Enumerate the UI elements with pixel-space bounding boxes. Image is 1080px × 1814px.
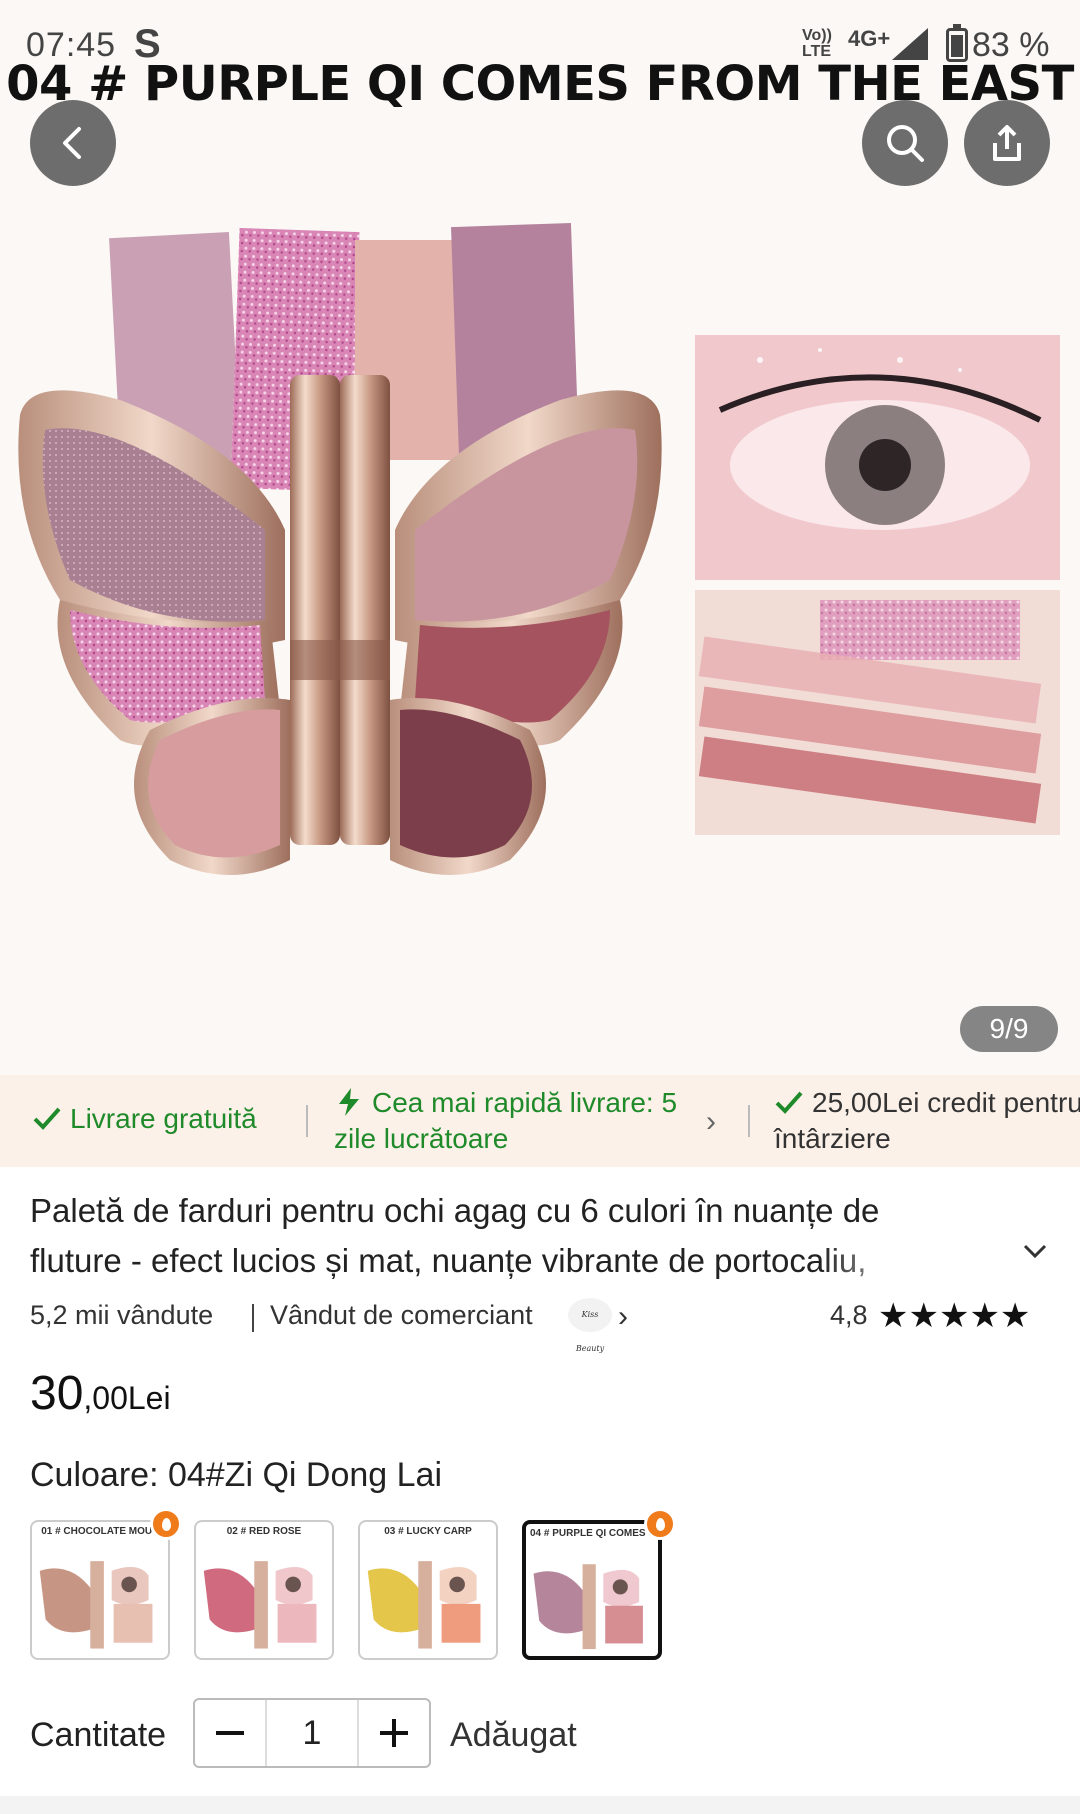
divider: [306, 1105, 308, 1137]
search-icon: [887, 125, 924, 162]
chevron-right-icon[interactable]: ›: [618, 1300, 628, 1334]
variant-option-04[interactable]: 04 # PURPLE QI COMES FROM THE E: [522, 1520, 662, 1660]
price-integer: 30: [30, 1367, 84, 1420]
product-gallery[interactable]: 07:45 S Vo)) LTE 4G+ 83 % 04 # PURPLE QI …: [0, 0, 1080, 1075]
check-icon: [775, 1091, 803, 1114]
seller-link[interactable]: Vândut de comerciant: [270, 1300, 533, 1331]
chevron-right-icon[interactable]: ›: [706, 1105, 716, 1139]
benefit-credit: 25,00Lei credit pentru întârziere: [774, 1085, 1080, 1157]
hot-badge: [644, 1508, 676, 1540]
quantity-row: Cantitate 1 Adăugat: [30, 1698, 1030, 1768]
variant-caption: 01 # CHOCOLATE MOUS: [41, 1526, 159, 1537]
benefit-fast-delivery-label: Cea mai rapidă livrare: 5 zile lucrătoar…: [334, 1087, 678, 1154]
minus-button[interactable]: [195, 1700, 265, 1766]
divider: [252, 1304, 254, 1332]
rating-value: 4,8: [830, 1300, 868, 1330]
price-currency: Lei: [127, 1380, 171, 1416]
variant-caption: 03 # LUCKY CARP: [384, 1526, 472, 1537]
variant-thumbnail: [203, 1561, 317, 1649]
benefits-strip[interactable]: Livrare gratuită Cea mai rapidă livrare:…: [0, 1075, 1080, 1167]
variant-thumbnail: [367, 1561, 481, 1649]
lightning-icon: [339, 1088, 359, 1116]
variant-label: Culoare: 04#Zi Qi Dong Lai: [30, 1456, 443, 1494]
price-decimal: ,00: [83, 1380, 128, 1416]
hot-badge: [150, 1508, 182, 1540]
variant-option-03[interactable]: 03 # LUCKY CARP: [358, 1520, 498, 1660]
variant-caption: 04 # PURPLE QI COMES FROM THE E: [530, 1528, 654, 1539]
image-counter: 9/9: [960, 1006, 1058, 1052]
share-button[interactable]: [964, 100, 1050, 186]
benefit-fast-delivery[interactable]: Cea mai rapidă livrare: 5 zile lucrătoar…: [334, 1085, 704, 1157]
variant-caption: 02 # RED ROSE: [226, 1526, 302, 1537]
variant-thumbnail: [39, 1561, 153, 1649]
seller-logo[interactable]: Kiss Beauty: [568, 1298, 612, 1353]
benefit-credit-label: 25,00Lei credit pentru întârziere: [774, 1087, 1080, 1154]
search-button[interactable]: [862, 100, 948, 186]
added-status: Adăugat: [450, 1716, 577, 1754]
variant-thumbnail: [533, 1564, 643, 1650]
plus-button[interactable]: [359, 1700, 429, 1766]
quantity-stepper: 1: [193, 1698, 431, 1768]
volte-icon: Vo)) LTE: [802, 27, 832, 60]
price: 30,00Lei: [30, 1366, 171, 1421]
back-button[interactable]: [30, 100, 116, 186]
status-bar: 07:45 S Vo)) LTE 4G+ 83 %: [0, 0, 1080, 90]
sold-count: 5,2 mii vândute: [30, 1300, 214, 1330]
product-meta: 5,2 mii vândute Vândut de comerciant Kis…: [30, 1296, 1060, 1353]
signal-icon: [892, 28, 928, 60]
rating-stars[interactable]: ★★★★★: [878, 1296, 1030, 1336]
product-image: [18, 222, 1060, 875]
divider: [748, 1105, 750, 1137]
check-icon: [33, 1107, 61, 1130]
chevron-left-icon: [63, 127, 81, 159]
network-type: 4G+: [848, 26, 891, 51]
variant-option-01[interactable]: 01 # CHOCOLATE MOUS: [30, 1520, 170, 1660]
status-time: 07:45: [26, 26, 117, 64]
variant-options: 01 # CHOCOLATE MOUS 02 # RED ROSE 03 # L…: [30, 1508, 1030, 1662]
variant-option-02[interactable]: 02 # RED ROSE: [194, 1520, 334, 1660]
quantity-value[interactable]: 1: [265, 1700, 359, 1766]
carrier-icon: S: [134, 22, 161, 66]
title-fade: [820, 1236, 970, 1286]
chevron-down-icon[interactable]: [1020, 1236, 1050, 1266]
share-icon: [993, 125, 1021, 161]
battery-icon: [946, 24, 968, 62]
bottom-bar-edge: [0, 1796, 1080, 1814]
benefit-free-delivery-label: Livrare gratuită: [70, 1103, 257, 1134]
benefit-free-delivery: Livrare gratuită: [32, 1101, 257, 1137]
battery-percent: 83 %: [972, 26, 1050, 64]
quantity-label: Cantitate: [30, 1716, 167, 1754]
